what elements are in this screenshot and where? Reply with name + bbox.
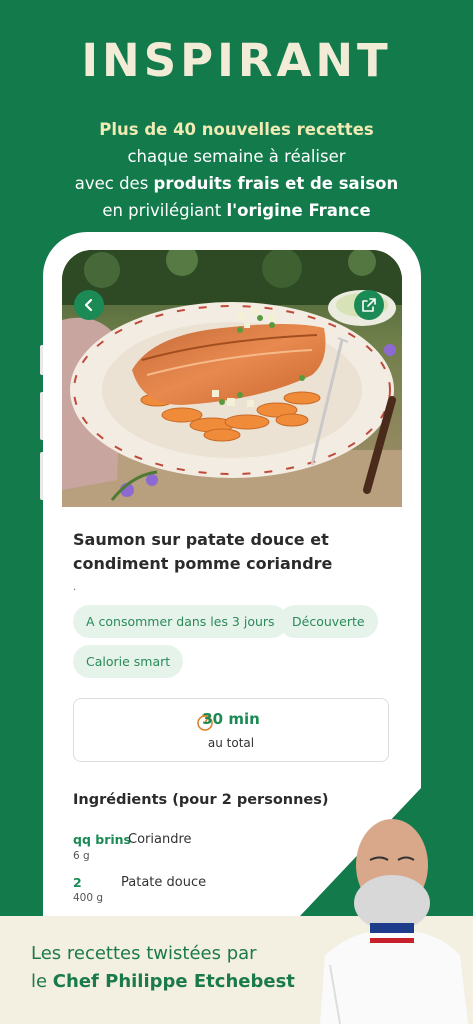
subtitle-line4-b: l'origine France xyxy=(226,201,371,220)
subtitle-line4: en privilégiant l'origine France xyxy=(0,197,473,224)
headline: INSPIRANT xyxy=(81,34,392,87)
subtitle-line3-a: avec des xyxy=(74,174,154,193)
recipe-photo xyxy=(62,250,402,507)
back-button[interactable] xyxy=(74,290,104,320)
ingredients-title: Ingrédients (pour 2 personnes) xyxy=(73,792,329,808)
tag-consumption[interactable]: A consommer dans les 3 jours xyxy=(73,605,288,638)
footer-line1: Les recettes twistées par xyxy=(31,943,257,964)
external-link-icon xyxy=(362,298,376,312)
footer-text: Les recettes twistées par le Chef Philip… xyxy=(31,940,295,996)
total-time-value: 30 min xyxy=(202,710,260,728)
subtitle-line1: Plus de 40 nouvelles recettes xyxy=(99,120,374,139)
subtitle-line4-a: en privilégiant xyxy=(102,201,227,220)
total-time-label: au total xyxy=(207,736,255,750)
tag-calorie-smart[interactable]: Calorie smart xyxy=(73,645,184,678)
ingredient-weight: 6 g xyxy=(73,850,90,862)
ingredient-qty: qq brins xyxy=(73,832,131,847)
time-box: 30 min au total xyxy=(73,698,389,762)
recipe-title: Saumon sur patate douce et condiment pom… xyxy=(73,530,333,573)
recipe-subtitle-dot: . xyxy=(73,582,77,593)
tag-discovery[interactable]: Découverte xyxy=(279,605,378,638)
share-button[interactable] xyxy=(354,290,384,320)
salmon-dish-image xyxy=(62,250,402,507)
ingredient-name: Coriandre xyxy=(128,832,192,847)
footer-line2-a: le xyxy=(31,971,53,992)
subtitle-line2: chaque semaine à réaliser xyxy=(127,147,346,166)
ingredient-qty: 2 xyxy=(73,875,82,890)
chef-portrait xyxy=(320,819,468,1024)
subtitle: Plus de 40 nouvelles recettes chaque sem… xyxy=(0,116,473,224)
ingredient-weight: 400 g xyxy=(73,892,104,904)
footer-line2: le Chef Philippe Etchebest xyxy=(31,968,295,996)
footer-line2-b: Chef Philippe Etchebest xyxy=(52,971,295,992)
chevron-left-icon xyxy=(84,298,93,312)
subtitle-line3: avec des produits frais et de saison xyxy=(0,170,473,197)
ingredient-name: Patate douce xyxy=(121,875,207,890)
subtitle-line3-b: produits frais et de saison xyxy=(153,174,399,193)
